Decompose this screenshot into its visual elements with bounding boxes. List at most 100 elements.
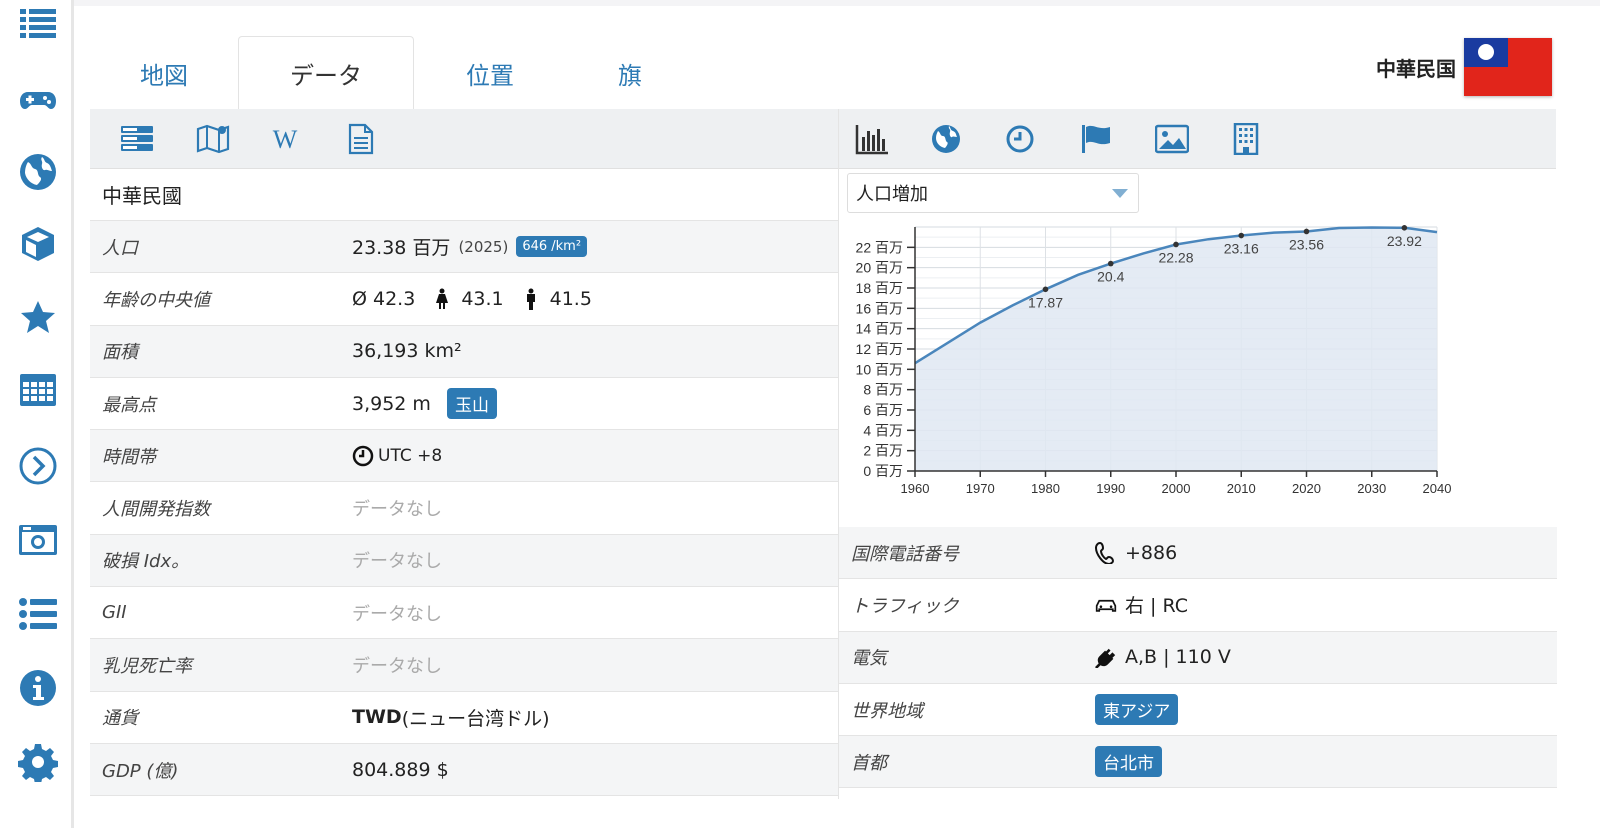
globe-icon[interactable] [16, 150, 60, 194]
data-point [1107, 260, 1114, 267]
gamepad-icon[interactable] [16, 78, 60, 122]
native-name: 中華民國 [90, 169, 838, 221]
row-calling-code: 国際電話番号 +886 [839, 527, 1557, 580]
row-gii: GII データなし [90, 587, 838, 640]
bullet-list-icon[interactable] [16, 592, 60, 636]
row-corruption-index: 破損 Idx。 データなし [90, 534, 838, 588]
capital-badge[interactable]: 台北市 [1095, 746, 1162, 778]
list-icon[interactable] [16, 2, 60, 46]
currency-name: (ニュー台湾ドル) [401, 707, 550, 730]
y-tick-label: 16 百万 [856, 300, 903, 316]
car-icon [1095, 594, 1117, 617]
row-median-age: 年齢の中央値 Ø 42.3 43.1 41.5 [90, 273, 838, 326]
currency-link[interactable]: TWD (ニュー台湾ドル) [352, 704, 550, 731]
country-header: 中華民国 [1376, 38, 1552, 96]
gdp-value: 804.889 $ [352, 758, 449, 781]
row-gdp: GDP (億) 804.889 $ [90, 743, 838, 797]
server-icon[interactable] [118, 121, 156, 157]
y-tick-label: 20 百万 [856, 260, 903, 276]
row-electricity: 電気 A,B | 110 V [839, 631, 1557, 684]
highest-point-value: 3,952 m [352, 392, 431, 415]
data-point [1173, 241, 1179, 248]
svg-text:W: W [273, 125, 298, 154]
data-label: 20.4 [1097, 269, 1124, 285]
row-label: トラフィック [851, 595, 959, 617]
row-population: 人口 23.38 百万 (2025) 646 /km² [90, 221, 838, 274]
row-label: 国際電話番号 [851, 543, 959, 565]
traffic-value: 右 | RC [1125, 595, 1189, 618]
y-tick-label: 2 百万 [863, 443, 903, 459]
x-tick-label: 1960 [901, 481, 930, 496]
x-tick-label: 1990 [1096, 481, 1125, 496]
document-icon[interactable] [342, 121, 380, 157]
x-tick-label: 2040 [1423, 481, 1452, 496]
y-tick-label: 8 百万 [863, 382, 903, 398]
median-age-male: 41.5 [549, 287, 592, 310]
wikipedia-icon[interactable]: W [266, 121, 304, 157]
chevron-down-icon [1112, 189, 1128, 198]
infant-mortality-value: データなし [352, 656, 442, 678]
row-label: GDP (億) [102, 760, 179, 782]
map-icon[interactable] [194, 121, 232, 157]
gii-value: データなし [352, 603, 442, 625]
x-tick-label: 2000 [1162, 481, 1191, 496]
hdi-value: データなし [352, 499, 442, 521]
y-tick-label: 12 百万 [856, 341, 903, 357]
country-flag [1464, 38, 1552, 96]
tab-map[interactable]: 地図 [90, 36, 238, 110]
country-name: 中華民国 [1376, 56, 1456, 81]
x-tick-label: 1970 [966, 481, 995, 496]
row-label: 破損 Idx。 [102, 551, 190, 573]
globe-icon[interactable] [927, 121, 965, 157]
gear-icon[interactable] [16, 740, 60, 784]
density-badge: 646 /km² [516, 236, 588, 258]
camera-icon[interactable] [16, 518, 60, 562]
star-icon[interactable] [16, 296, 60, 340]
population-value: 23.38 百万 [352, 237, 451, 260]
row-currency: 通貨 TWD (ニュー台湾ドル) [90, 692, 838, 744]
currency-code: TWD [352, 706, 402, 729]
population-chart: 17.87 20.4 22.28 23.16 23.56 23.92 0 百万 2 百万 4 … [856, 225, 1452, 496]
calendar-icon[interactable] [16, 368, 60, 412]
y-tick-label: 22 百万 [856, 239, 903, 255]
tab-data[interactable]: データ [238, 36, 414, 110]
median-age-avg: Ø 42.3 [352, 287, 416, 310]
bar-chart-icon[interactable] [853, 121, 891, 157]
y-tick-label: 6 百万 [863, 402, 903, 418]
info-icon[interactable] [16, 666, 60, 710]
building-icon[interactable] [1227, 121, 1265, 157]
flag-icon[interactable] [1077, 121, 1115, 157]
area-value: 36,193 km² [352, 340, 462, 363]
data-point [1042, 286, 1049, 293]
row-area: 面積 36,193 km² [90, 325, 838, 378]
row-label: 通貨 [102, 708, 138, 730]
plug-icon [1095, 646, 1117, 670]
clock-icon[interactable] [1001, 121, 1039, 157]
phone-icon [1094, 541, 1117, 565]
y-tick-label: 18 百万 [856, 280, 903, 296]
y-tick-label: 10 百万 [856, 361, 903, 377]
world-region-badge[interactable]: 東アジア [1095, 694, 1179, 726]
y-tick-label: 14 百万 [856, 321, 903, 337]
peak-badge[interactable]: 玉山 [446, 388, 497, 420]
right-icon-bar [839, 109, 1556, 169]
row-timezone: 時間帯 UTC +8 [90, 430, 838, 483]
row-label: GII [102, 602, 127, 624]
female-icon [431, 288, 453, 311]
image-icon[interactable] [1153, 121, 1191, 157]
row-label: 首都 [851, 752, 887, 774]
chart-type-select[interactable]: 人口増加 [847, 173, 1139, 213]
chevron-circle-icon[interactable] [16, 444, 60, 488]
tab-location[interactable]: 位置 [414, 36, 566, 110]
row-label: 時間帯 [102, 446, 156, 468]
cube-icon[interactable] [16, 222, 60, 266]
y-tick-label: 4 百万 [863, 422, 903, 438]
male-icon [520, 288, 542, 311]
row-label: 人口 [102, 237, 138, 259]
row-hdi: 人間開発指数 データなし [90, 482, 838, 535]
x-tick-label: 2030 [1357, 481, 1386, 496]
median-age-female: 43.1 [461, 287, 504, 310]
tab-flag[interactable]: 旗 [566, 36, 694, 110]
x-tick-label: 2020 [1292, 481, 1321, 496]
top-strip [74, 0, 1600, 6]
